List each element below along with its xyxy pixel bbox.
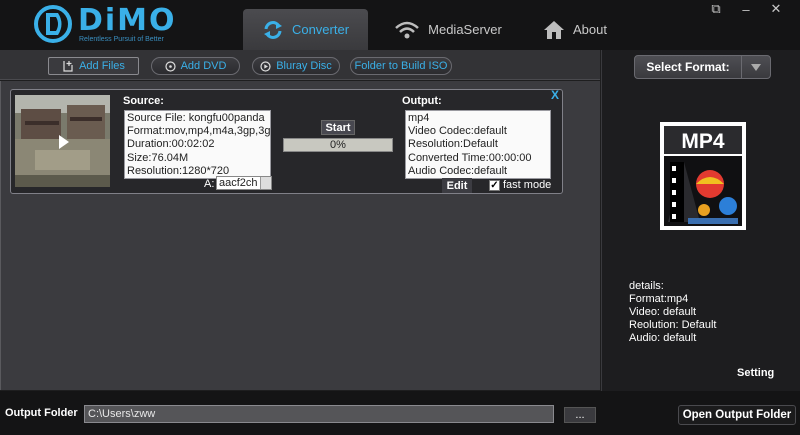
start-button[interactable]: Start [321, 120, 355, 135]
tab-converter-label: Converter [291, 22, 350, 37]
file-list-area: Source: Source File: kongfu00panda Forma… [0, 81, 600, 390]
file-item[interactable]: Source: Source File: kongfu00panda Forma… [10, 88, 563, 194]
output-video-codec-line: Video Codec:default [408, 125, 507, 138]
audio-track-label: A: [204, 178, 215, 190]
details-format: Format:mp4 [629, 293, 689, 305]
fast-mode-label: fast mode [503, 179, 552, 191]
select-format-dropdown[interactable]: Select Format: [634, 55, 771, 79]
wifi-icon [395, 21, 419, 38]
edit-button[interactable]: Edit [442, 178, 472, 193]
output-folder-label: Output Folder [5, 407, 78, 419]
top-bar: DiMO Relentless Pursuit of Better Conver… [0, 0, 800, 50]
details-resolution: Reolution: Default [629, 319, 717, 331]
output-converted-time-line: Converted Time:00:00:00 [408, 151, 532, 164]
logo-tagline: Relentless Pursuit of Better [79, 36, 164, 43]
mp4-format-icon: MP4 [660, 122, 746, 230]
chevron-down-icon [260, 177, 271, 189]
popout-button[interactable]: ⧉ [705, 0, 727, 18]
tab-converter[interactable]: Converter [243, 9, 368, 50]
disc-icon [164, 60, 176, 72]
tab-about[interactable]: About [540, 9, 610, 50]
progress-text: 0% [330, 139, 346, 151]
add-files-label: Add Files [79, 60, 125, 72]
dimo-logo-icon [34, 5, 72, 43]
source-duration-line: Duration:00:02:02 [127, 138, 215, 151]
file-toolbar: Add Files Add DVD Bluray Disc Folder to … [0, 50, 600, 80]
fast-mode-toggle[interactable]: ✓ fast mode [489, 179, 551, 191]
output-folder-input[interactable]: C:\Users\zww [84, 405, 554, 423]
source-info-box: Source File: kongfu00panda Format:mov,mp… [124, 110, 271, 179]
folder-to-iso-label: Folder to Build ISO [354, 60, 448, 72]
refresh-icon [263, 20, 282, 39]
setting-button[interactable]: Setting [737, 367, 774, 379]
app-logo: DiMO Relentless Pursuit of Better [34, 4, 194, 48]
open-output-folder-button[interactable]: Open Output Folder [678, 405, 796, 425]
logo-text: DiMO [78, 3, 177, 38]
details-audio: Audio: default [629, 332, 697, 344]
source-size-line: Size:76.04M [127, 151, 189, 164]
add-dvd-button[interactable]: Add DVD [151, 57, 240, 75]
output-resolution-line: Resolution:Default [408, 138, 498, 151]
play-circle-icon [260, 60, 271, 72]
select-format-label: Select Format: [646, 60, 730, 74]
home-icon [544, 20, 564, 39]
source-file-line: Source File: kongfu00panda [127, 112, 265, 124]
format-panel: Select Format: MP4 details: Format:mp4 V… [601, 50, 800, 391]
video-thumbnail[interactable] [15, 95, 110, 187]
tab-about-label: About [573, 22, 607, 37]
chevron-down-icon [741, 56, 770, 78]
format-details: details: Format:mp4 Video: default Reolu… [629, 280, 716, 345]
output-heading: Output: [402, 95, 442, 107]
output-audio-codec-line: Audio Codec:default [408, 164, 508, 177]
audio-track-value: aacf2ch [219, 177, 258, 189]
add-file-icon [63, 61, 73, 72]
conversion-progress: 0% [283, 138, 393, 152]
close-window-button[interactable]: ✕ [765, 0, 787, 18]
tab-mediaserver-label: MediaServer [428, 22, 502, 37]
folder-to-iso-button[interactable]: Folder to Build ISO [350, 57, 452, 75]
source-heading: Source: [123, 95, 164, 107]
bluray-disc-label: Bluray Disc [276, 60, 332, 72]
bottom-bar: Output Folder C:\Users\zww ... Open Outp… [0, 391, 800, 435]
fast-mode-checkbox[interactable]: ✓ [489, 179, 500, 191]
tab-mediaserver[interactable]: MediaServer [388, 9, 508, 50]
audio-track-select[interactable]: aacf2ch [216, 176, 272, 190]
details-video: Video: default [629, 306, 697, 318]
output-info-box: mp4 Video Codec:default Resolution:Defau… [405, 110, 551, 179]
play-icon [59, 135, 69, 149]
minimize-button[interactable]: – [735, 0, 757, 18]
output-format-line: mp4 [408, 112, 430, 124]
add-files-button[interactable]: Add Files [48, 57, 139, 75]
bluray-disc-button[interactable]: Bluray Disc [252, 57, 340, 75]
browse-button[interactable]: ... [564, 407, 596, 423]
source-format-line: Format:mov,mp4,m4a,3gp,3g [127, 125, 271, 138]
remove-item-button[interactable]: X [551, 88, 559, 102]
add-dvd-label: Add DVD [180, 60, 227, 72]
details-heading: details: [629, 280, 664, 292]
format-icon-text: MP4 [681, 130, 725, 153]
